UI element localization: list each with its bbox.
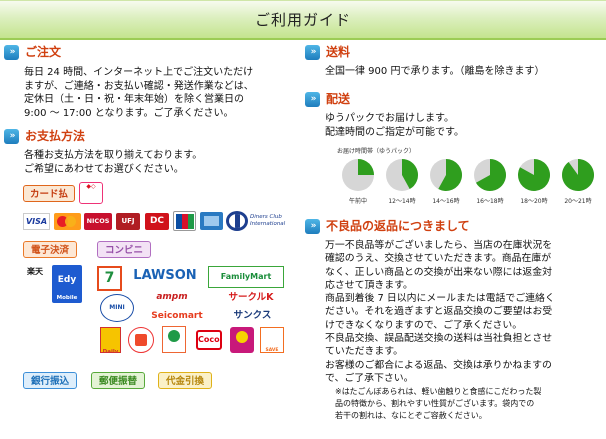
double-chevron-icon: »: [305, 45, 320, 60]
usage-guide-page: ご利用ガイド » ご注文 毎日 24 時間、インターネット上でご注文いただけ ます…: [0, 0, 606, 439]
pie-chart-icon: [562, 159, 595, 191]
time-slot-pie: 20～21時: [560, 157, 596, 205]
time-slot-label: 午前中: [348, 198, 367, 205]
payment-heading: » お支払方法: [4, 128, 300, 145]
diners-club-text: Diners Club International: [250, 214, 286, 227]
sunkus-logo: サンクス: [221, 308, 284, 324]
double-chevron-icon: »: [4, 45, 19, 60]
convenience-badge: コンビニ: [97, 241, 151, 258]
returns-note: ※はたごんぼあられは、軽い歯触りと食感にこだわった製 品の特徴から、割れやすい性…: [335, 387, 542, 421]
time-slots-title: お届け時間帯（ゆうパック）: [337, 148, 416, 155]
returns-text: 万一不良品等がございましたら、当店の在庫状況を 確認のうえ、交換させていただきま…: [325, 240, 555, 384]
save-on-logo: SAVE ON: [260, 327, 284, 353]
pie-chart-icon: [342, 159, 374, 191]
credit-card-mark-icon: ◆◇: [79, 182, 103, 204]
pie-slice: [358, 159, 374, 175]
amex-logo: [200, 212, 223, 230]
delivery-section: » 配送 ゆうパックでお届けします。 配達時間のご指定が可能です。: [305, 91, 601, 139]
ampm-logo: ampm: [147, 291, 197, 304]
community-store-logo: [230, 327, 254, 353]
ufj-logo: UFJ: [116, 213, 140, 230]
jcb-logo: [173, 211, 196, 231]
edy-logo-text: Edy: [57, 275, 77, 285]
time-slot-pie: 12～14時: [384, 157, 420, 205]
rakuten-logo: 楽天: [27, 267, 43, 276]
payment-text: 各種お支払方法を取り揃えております。 ご希望にあわせてお選びください。: [24, 150, 203, 175]
three-f-logo: [128, 327, 154, 353]
daily-yamazaki-logo: Daily: [100, 327, 121, 353]
mastercard-logo: [54, 213, 81, 230]
postal-transfer-badge: 郵便振替: [91, 372, 145, 389]
returns-heading: » 不良品の返品につきまして: [305, 218, 603, 235]
ministop-logo: MINI STOP: [100, 294, 134, 322]
dc-logo: DC: [145, 213, 169, 230]
lawson-logo: LAWSON: [125, 266, 205, 285]
nicos-logo: NICOS: [84, 213, 112, 230]
order-section: » ご注文 毎日 24 時間、インターネット上でご注文いただけ ますが、ご連絡・お…: [4, 44, 300, 120]
shipping-fee-heading: » 送料: [305, 44, 601, 61]
seicomart-logo: Seicomart: [144, 309, 210, 323]
time-slot-pie: 14～16時: [428, 157, 464, 205]
pie-chart-icon: [517, 159, 550, 191]
time-slot-label: 12～14時: [388, 198, 416, 205]
order-text: 毎日 24 時間、インターネット上でご注文いただけ ますが、ご連絡・お支払い確認…: [24, 67, 254, 119]
double-chevron-icon: »: [305, 219, 320, 234]
e-payment-badge: 電子決済: [23, 241, 77, 258]
delivery-text: ゆうパックでお届けします。 配達時間のご指定が可能です。: [325, 113, 464, 138]
time-slot-pie: 午前中: [340, 157, 376, 205]
time-slot-pie: 16～18時: [472, 157, 508, 205]
seven-eleven-logo: 7: [97, 266, 122, 291]
card-payment-badge: カード払: [23, 185, 75, 202]
poplar-logo: [162, 326, 186, 353]
time-slot-label: 20～21時: [564, 198, 592, 205]
circle-k-logo: サークルK: [218, 290, 284, 306]
cash-on-delivery-badge: 代金引換: [158, 372, 212, 389]
double-chevron-icon: »: [4, 129, 19, 144]
pie-chart-icon: [474, 159, 506, 191]
edy-logo: Edy Mobile: [52, 265, 82, 303]
shipping-fee-text: 全国一律 900 円で承ります。（離島を除きます）: [325, 66, 545, 77]
familymart-logo: FamilyMart: [208, 266, 284, 288]
delivery-heading: » 配送: [305, 91, 601, 108]
double-chevron-icon: »: [305, 92, 320, 107]
pie-chart-icon: [430, 159, 462, 191]
pie-slice: [562, 159, 595, 191]
time-slot-label: 14～16時: [432, 198, 460, 205]
coco-store-logo: Coco!: [196, 330, 222, 350]
order-heading: » ご注文: [4, 44, 300, 61]
diners-club-logo: [226, 211, 248, 231]
pie-chart-icon: [386, 159, 419, 191]
time-slot-pie: 18～20時: [516, 157, 552, 205]
visa-logo: VISA: [23, 213, 50, 230]
time-slot-label: 16～18時: [476, 198, 504, 205]
time-slot-label: 18～20時: [520, 198, 548, 205]
shipping-fee-section: » 送料 全国一律 900 円で承ります。（離島を除きます）: [305, 44, 601, 79]
page-title: ご利用ガイド: [0, 0, 606, 40]
payment-section: » お支払方法 各種お支払方法を取り揃えております。 ご希望にあわせてお選びくださ…: [4, 128, 300, 176]
returns-section: » 不良品の返品につきまして 万一不良品等がございましたら、当店の在庫状況を 確認…: [305, 218, 603, 422]
bank-transfer-badge: 銀行振込: [23, 372, 77, 389]
